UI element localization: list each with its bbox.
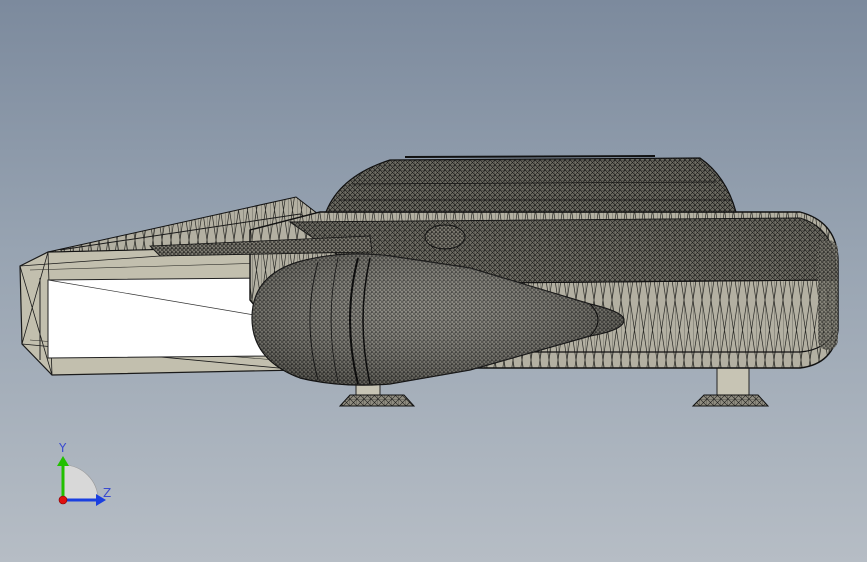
z-axis-label: Z — [103, 486, 112, 500]
top-dome — [325, 155, 737, 213]
y-axis-label: Y — [59, 441, 67, 455]
x-axis-dot — [58, 495, 68, 505]
landing-gear-front — [691, 365, 770, 407]
3d-viewport[interactable]: Y Z — [0, 0, 867, 562]
model-view[interactable] — [0, 0, 867, 562]
axis-triad — [57, 456, 106, 506]
